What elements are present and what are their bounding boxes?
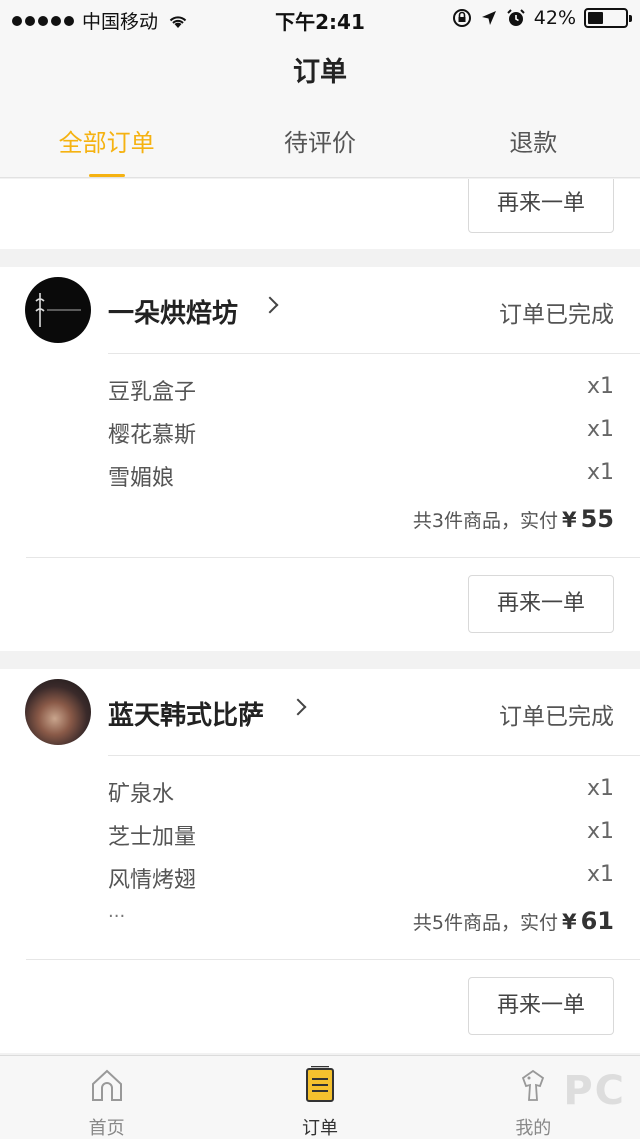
battery-icon — [584, 8, 632, 28]
order-total: 55 — [580, 505, 614, 533]
list-item: 豆乳盒子 x1 — [108, 374, 614, 417]
item-qty: x1 — [586, 460, 614, 485]
shop-header[interactable]: 蓝天韩式比萨 订单已完成 — [0, 669, 640, 755]
currency-symbol: ¥ — [561, 508, 577, 532]
order-card-partial: 再来一单 — [0, 179, 640, 249]
order-tabs: 全部订单 待评价 退款 — [0, 108, 640, 178]
shop-avatar — [25, 277, 91, 343]
currency-symbol: ¥ — [561, 910, 577, 934]
order-total: 61 — [580, 907, 614, 935]
profile-icon — [522, 1069, 545, 1101]
item-qty: x1 — [586, 862, 614, 887]
chevron-right-icon — [261, 296, 279, 314]
item-name: 樱花慕斯 — [108, 423, 197, 448]
order-summary: 共5件商品，实付 ¥61 — [413, 907, 614, 935]
item-name: 风情烤翅 — [108, 868, 197, 893]
tabbar-item-home[interactable]: 首页 — [0, 1056, 213, 1139]
order-summary: 共3件商品，实付 ¥55 — [413, 505, 614, 533]
status-icons: 42% — [452, 7, 632, 29]
order-list[interactable]: 再来一单 一朵烘焙坊 订单已完成 豆乳盒子 x1 樱花慕斯 x1 雪媚娘 x1 … — [0, 179, 640, 1055]
item-qty: x1 — [586, 374, 614, 399]
shop-name: 一朵烘焙坊 — [108, 299, 239, 329]
order-card: 蓝天韩式比萨 订单已完成 矿泉水 x1 芝士加量 x1 风情烤翅 x1 ... … — [0, 669, 640, 1053]
list-item: 雪媚娘 x1 — [108, 460, 614, 503]
order-list-icon — [305, 1066, 334, 1102]
bottom-tab-bar: 首页 订单 我的 PC — [0, 1055, 640, 1139]
tabbar-item-orders[interactable]: 订单 — [213, 1056, 426, 1139]
watermark: PC — [563, 1068, 626, 1114]
item-qty: x1 — [586, 819, 614, 844]
reorder-button[interactable]: 再来一单 — [468, 977, 614, 1035]
order-card: 一朵烘焙坊 订单已完成 豆乳盒子 x1 樱花慕斯 x1 雪媚娘 x1 共3件商品… — [0, 267, 640, 651]
item-name: 矿泉水 — [108, 782, 175, 807]
tabbar-label: 订单 — [301, 1118, 338, 1139]
list-item: 芝士加量 x1 — [108, 819, 614, 862]
rotation-lock-icon — [452, 9, 471, 27]
reorder-button[interactable]: 再来一单 — [468, 179, 614, 233]
shop-avatar — [25, 679, 91, 745]
item-qty: x1 — [586, 417, 614, 442]
item-name: 芝士加量 — [108, 825, 197, 850]
order-status: 订单已完成 — [499, 302, 614, 328]
page-title: 订单 — [0, 38, 640, 108]
home-icon — [91, 1069, 122, 1101]
order-status: 订单已完成 — [499, 704, 614, 730]
tabbar-label: 首页 — [88, 1118, 125, 1139]
order-items: 矿泉水 x1 芝士加量 x1 风情烤翅 x1 ... — [108, 776, 614, 925]
location-arrow-icon — [481, 11, 496, 25]
shop-header[interactable]: 一朵烘焙坊 订单已完成 — [0, 267, 640, 353]
list-item: 矿泉水 x1 — [108, 776, 614, 819]
tabbar-label: 我的 — [515, 1118, 552, 1139]
item-name: 雪媚娘 — [108, 466, 175, 491]
alarm-icon — [507, 9, 525, 26]
item-qty: x1 — [586, 776, 614, 801]
list-item: 樱花慕斯 x1 — [108, 417, 614, 460]
reorder-button[interactable]: 再来一单 — [468, 575, 614, 633]
item-name: 豆乳盒子 — [108, 380, 197, 405]
battery-percent: 42% — [533, 7, 576, 29]
summary-text: 共5件商品，实付 — [412, 912, 558, 934]
tab-all-orders[interactable]: 全部订单 — [0, 108, 213, 177]
order-items: 豆乳盒子 x1 樱花慕斯 x1 雪媚娘 x1 — [108, 374, 614, 503]
status-bar: 中国移动 下午2:41 42% — [0, 0, 640, 38]
shop-name: 蓝天韩式比萨 — [108, 701, 265, 731]
summary-text: 共3件商品，实付 — [412, 510, 558, 532]
tab-refund[interactable]: 退款 — [427, 108, 640, 177]
battery-level — [588, 12, 604, 24]
list-item: 风情烤翅 x1 — [108, 862, 614, 905]
chevron-right-icon — [289, 698, 307, 716]
tabbar-item-mine[interactable]: 我的 PC — [427, 1056, 640, 1139]
shop-logo-icon — [35, 293, 81, 327]
tab-pending-review[interactable]: 待评价 — [213, 108, 426, 177]
